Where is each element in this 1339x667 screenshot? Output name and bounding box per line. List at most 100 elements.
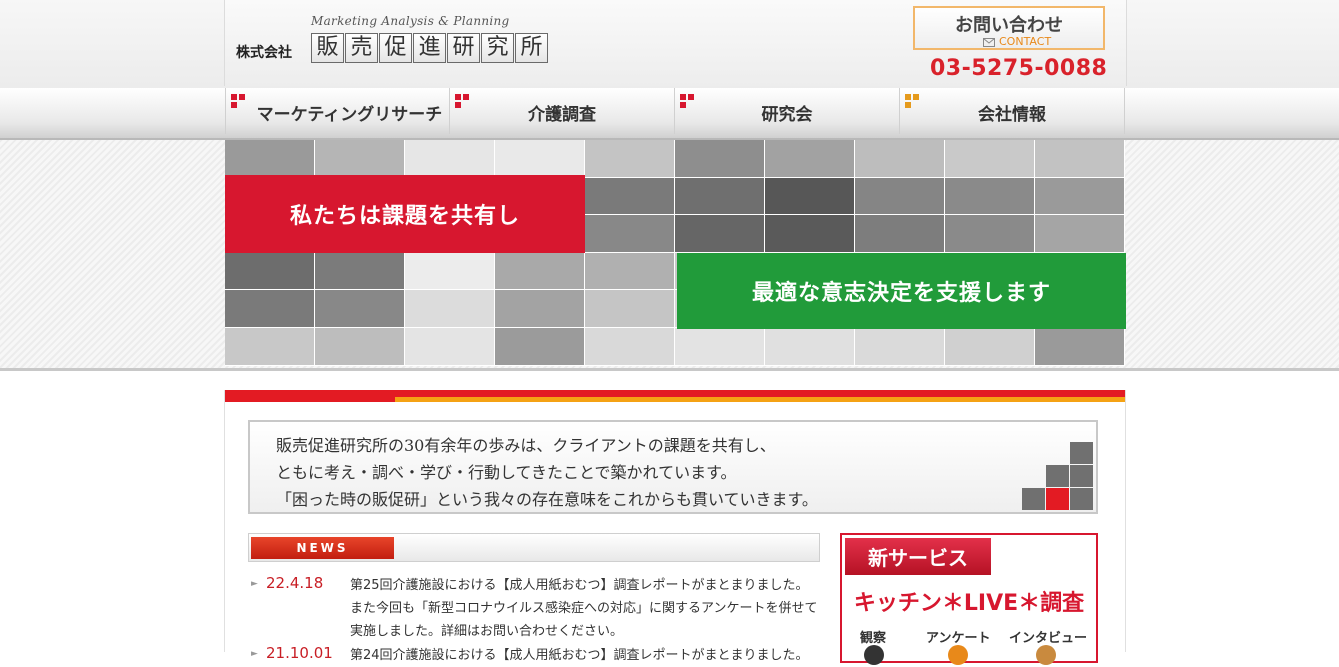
photo-tile [225, 252, 315, 291]
photo-tile [405, 327, 495, 366]
photo-tile [495, 252, 585, 291]
photo-tile [1035, 177, 1125, 216]
message-line: ともに考え・調べ・学び・行動してきたことで築かれています。 [276, 463, 737, 482]
photo-tile [945, 215, 1035, 253]
photo-tile [225, 140, 315, 178]
photo-tile [225, 290, 315, 328]
news-date: 22.4.18 [266, 574, 324, 592]
logo-tagline: Marketing Analysis & Planning [311, 14, 510, 28]
person-icon [1036, 645, 1056, 665]
logo-char: 販 [311, 33, 344, 63]
photo-tile [585, 290, 675, 328]
news-item[interactable]: ► 22.4.18 第25回介護施設における【成人用紙おむつ】調査レポートがまと… [248, 574, 818, 640]
photo-tile [675, 215, 765, 253]
nav-item-care-survey[interactable]: 介護調査 [450, 88, 675, 134]
block [1046, 488, 1069, 510]
method-label-interview: インタビュー [1009, 631, 1088, 646]
nav-label: 介護調査 [528, 105, 596, 125]
news-text: 第24回介護施設における【成人用紙おむつ】調査レポートがまとまりました。 [350, 648, 809, 663]
photo-tile [945, 177, 1035, 216]
block [1070, 465, 1093, 487]
contact-label: お問い合わせ [955, 15, 1063, 36]
photo-tile [1035, 327, 1125, 366]
photo-tile [585, 177, 675, 216]
nav-item-study-group[interactable]: 研究会 [675, 88, 900, 134]
accent-stripe [225, 390, 1125, 397]
photo-tile [1035, 215, 1125, 253]
nav-label: 会社情報 [978, 105, 1046, 125]
hero-headline-green: 最適な意志決定を支援します [677, 253, 1126, 329]
photo-tile [585, 327, 675, 366]
block [1022, 488, 1045, 510]
contact-button[interactable]: お問い合わせ CONTACT [913, 6, 1105, 50]
news-heading: NEWS [251, 537, 394, 559]
nav-item-marketing-research[interactable]: マーケティングリサーチ [225, 88, 450, 134]
logo-char: 所 [515, 33, 548, 63]
photo-tile [405, 252, 495, 291]
photo-tile [945, 140, 1035, 178]
logo-char: 究 [481, 33, 514, 63]
new-service-tab: 新サービス [845, 538, 991, 575]
photo-tile [405, 290, 495, 328]
nav-label: 研究会 [761, 105, 813, 125]
mission-message: 販売促進研究所の30有余年の歩みは、クライアントの課題を共有し、 ともに考え・調… [248, 420, 1098, 514]
photo-tile [855, 327, 945, 366]
photo-tile [765, 327, 855, 366]
logo-char: 進 [413, 33, 446, 63]
phone-number[interactable]: 03-5275-0088 [930, 56, 1107, 81]
mail-icon [983, 38, 995, 47]
block [1070, 442, 1093, 464]
news-item[interactable]: ► 21.10.01 第24回介護施設における【成人用紙おむつ】調査レポートがま… [248, 644, 818, 664]
photo-tile [675, 177, 765, 216]
arrow-icon: ► [251, 649, 258, 659]
contact-sublabel: CONTACT [999, 35, 1052, 48]
photo-tile [495, 290, 585, 328]
photo-tile [585, 140, 675, 178]
block-stairs-graphic [1021, 442, 1096, 512]
photo-tile [495, 327, 585, 366]
new-service-title: キッチン＊LIVE＊調査 [853, 591, 1085, 616]
photo-tile [675, 327, 765, 366]
photo-tile [765, 215, 855, 253]
main-nav: マーケティングリサーチ 介護調査 研究会 会社情報 [225, 88, 1125, 134]
logo[interactable]: 販 売 促 進 研 究 所 [311, 33, 548, 63]
photo-tile [315, 252, 405, 291]
pencil-icon [948, 645, 968, 665]
message-line: 「困った時の販促研」という我々の存在意味をこれからも貫いていきます。 [276, 490, 818, 509]
photo-tile [315, 290, 405, 328]
photo-tile [405, 140, 495, 178]
nav-item-company-info[interactable]: 会社情報 [900, 88, 1125, 134]
photo-tile [855, 215, 945, 253]
new-service-banner[interactable]: 新サービス キッチン＊LIVE＊調査 観察 アンケート インタビュー [840, 533, 1098, 665]
block [1046, 465, 1069, 487]
method-label-survey: アンケート [926, 631, 991, 646]
photo-tile [585, 252, 675, 291]
method-label-observation: 観察 [860, 631, 887, 646]
hero-headline-red: 私たちは課題を共有し [225, 175, 585, 253]
nav-label: マーケティングリサーチ [256, 105, 443, 125]
logo-company-prefix[interactable]: 株式会社 [236, 42, 292, 62]
news-date: 21.10.01 [266, 644, 333, 662]
photo-tile [315, 140, 405, 178]
eye-icon [864, 645, 884, 665]
nav-marker-icon [231, 94, 237, 100]
photo-tile [675, 140, 765, 178]
photo-tile [585, 215, 675, 253]
photo-tile [765, 140, 855, 178]
message-line: 販売促進研究所の30有余年の歩みは、クライアントの課題を共有し、 [276, 436, 776, 455]
photo-tile [765, 177, 855, 216]
logo-char: 促 [379, 33, 412, 63]
photo-tile [225, 327, 315, 366]
news-text: 第25回介護施設における【成人用紙おむつ】調査レポートがまとまりました。また今回… [350, 578, 818, 639]
logo-char: 売 [345, 33, 378, 63]
photo-tile [1035, 140, 1125, 178]
block [1070, 488, 1093, 510]
photo-tile [945, 327, 1035, 366]
accent-stripe [395, 397, 1125, 402]
photo-tile [315, 327, 405, 366]
accent-stripe [225, 397, 395, 402]
nav-marker-icon [231, 102, 237, 108]
photo-tile [855, 177, 945, 216]
photo-tile [495, 140, 585, 178]
photo-tile [855, 140, 945, 178]
